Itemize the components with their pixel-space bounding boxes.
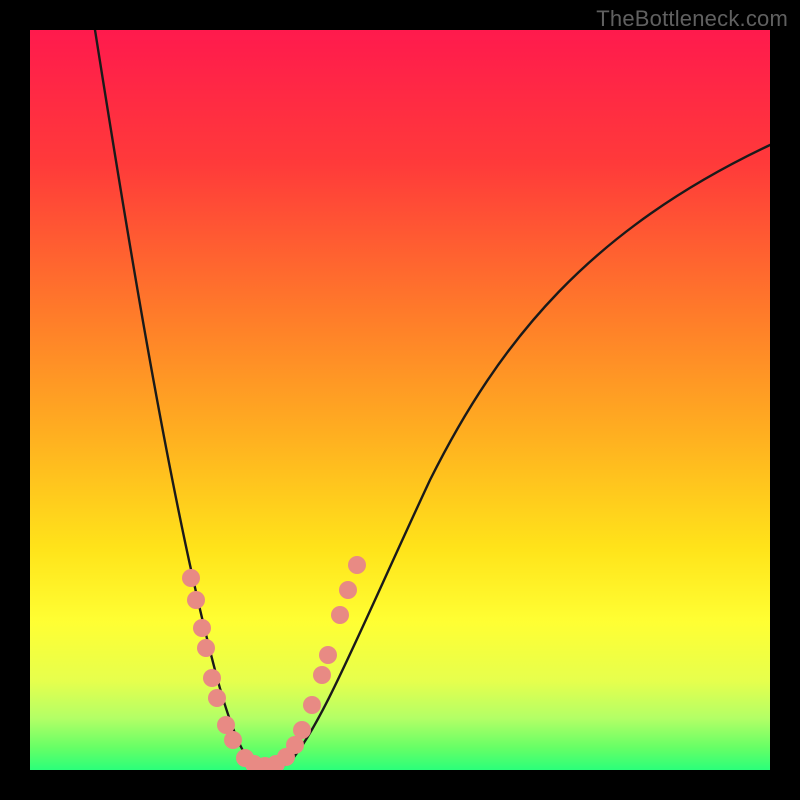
data-marker (339, 581, 357, 599)
watermark-text: TheBottleneck.com (596, 6, 788, 32)
data-marker (319, 646, 337, 664)
data-marker (197, 639, 215, 657)
data-marker (193, 619, 211, 637)
data-marker (224, 731, 242, 749)
data-marker (303, 696, 321, 714)
data-marker (203, 669, 221, 687)
gradient-background (30, 30, 770, 770)
chart-plot-area (30, 30, 770, 770)
data-marker (331, 606, 349, 624)
data-marker (293, 721, 311, 739)
chart-svg (30, 30, 770, 770)
data-marker (187, 591, 205, 609)
data-marker (348, 556, 366, 574)
data-marker (208, 689, 226, 707)
data-marker (313, 666, 331, 684)
data-marker (182, 569, 200, 587)
